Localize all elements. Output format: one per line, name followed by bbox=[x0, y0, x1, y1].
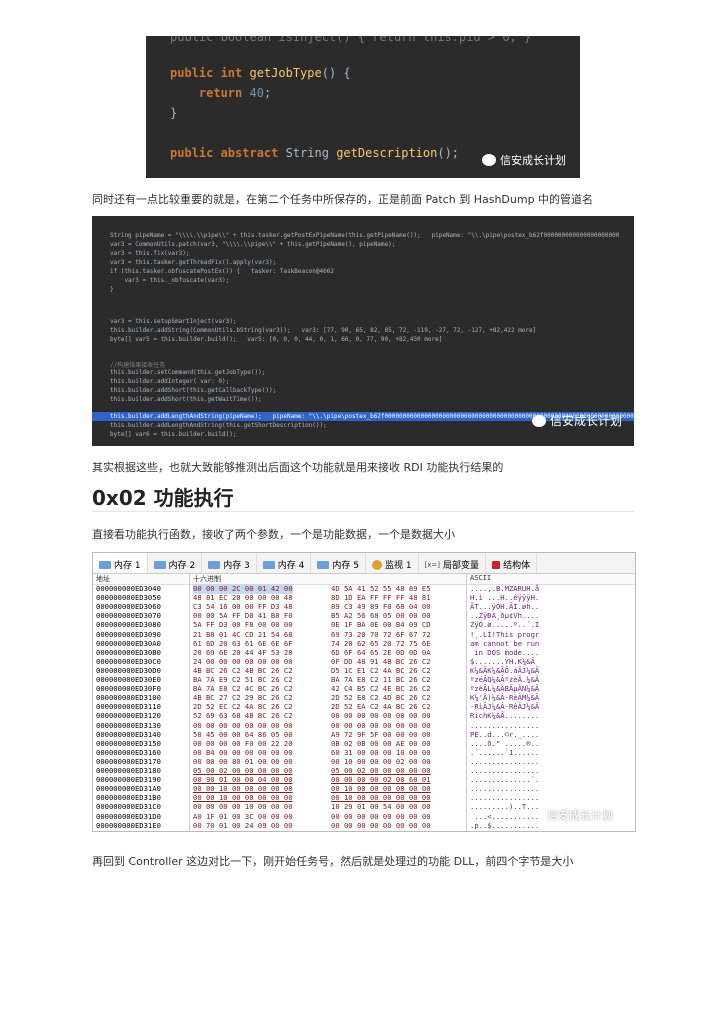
tab-watch-1[interactable]: 监视 1 bbox=[366, 553, 419, 573]
memory-dump-window: 内存 1 内存 2 内存 3 内存 4 内存 5 监视 1 [x=] 局部变量 结… bbox=[92, 552, 636, 832]
code-line: this.builder.addShort(this.getCallbackTy… bbox=[110, 387, 277, 394]
code-screenshot-get-job-type: public boolean isInject() { return this.… bbox=[146, 36, 580, 178]
code-line-get-job-type: public int getJobType() { bbox=[170, 66, 351, 80]
code-line: if (this.tasker.obfuscatePostEx()) { tas… bbox=[110, 268, 334, 275]
code-line-get-description: public abstract String getDescription(); bbox=[170, 146, 460, 160]
watch-icon bbox=[371, 559, 382, 570]
paragraph-controller-compare: 再回到 Controller 这边对比一下，刚开始任务号，然后就是处理过的功能 … bbox=[92, 855, 574, 868]
code-line: this.builder.addInteger( var: 0); bbox=[110, 378, 230, 385]
memory-icon bbox=[262, 560, 275, 569]
code-line: byte[] var5 = this.builder.build(); var5… bbox=[110, 336, 443, 343]
memory-icon bbox=[153, 560, 166, 569]
tab-struct[interactable]: 结构体 bbox=[486, 553, 538, 573]
memory-address: 000000000ED31E0 bbox=[96, 820, 161, 830]
code-line: var3 = CommonUtils.patch(var3, "\\\\.\\p… bbox=[110, 241, 396, 248]
tab-memory-2[interactable]: 内存 2 bbox=[148, 553, 203, 573]
code-line-close-brace: } bbox=[170, 106, 178, 120]
code-line: this.builder.addShort(this.getWaitTime()… bbox=[110, 396, 262, 403]
memory-icon bbox=[317, 560, 330, 569]
tab-memory-5[interactable]: 内存 5 bbox=[311, 553, 366, 573]
code-line: var3 = this.tasker.getThreadFix().apply(… bbox=[110, 259, 277, 266]
tab-memory-3[interactable]: 内存 3 bbox=[202, 553, 257, 573]
column-ascii: ASCII bbox=[470, 574, 492, 582]
memory-icon bbox=[208, 560, 221, 569]
tab-memory-4[interactable]: 内存 4 bbox=[257, 553, 312, 573]
column-address: 地址 bbox=[96, 575, 110, 583]
wechat-icon bbox=[531, 414, 546, 427]
code-line: this.builder.addLengthAndString(this.get… bbox=[110, 422, 327, 429]
code-line: var3 = this._obfuscate(var3); bbox=[110, 277, 230, 284]
code-line: //构建结果接收任务 bbox=[110, 362, 166, 369]
watermark: 信安成长计划 bbox=[482, 152, 566, 168]
struct-icon bbox=[492, 560, 501, 569]
code-line: this.builder.setCommand(this.getJobType(… bbox=[110, 369, 266, 376]
code-line: String pipeName = "\\\\.\\pipe\\" + this… bbox=[110, 232, 620, 239]
memory-hex-bytes: 00 00 00 00 00 00 00 00 bbox=[331, 820, 431, 830]
tab-locals[interactable]: [x=] 局部变量 bbox=[419, 553, 487, 573]
code-line: this.builder.addString(CommonUtils.bStri… bbox=[110, 327, 537, 334]
memory-hex-bytes: 00 70 01 00 24 09 00 00 bbox=[193, 820, 293, 830]
code-line: var3 = this.setupSmartInject(var3); bbox=[110, 318, 237, 325]
code-screenshot-pipe-builder: String pipeName = "\\\\.\\pipe\\" + this… bbox=[92, 216, 634, 446]
section-heading: 0x02 功能执行 bbox=[92, 486, 234, 510]
memory-ascii: .p..$........... bbox=[470, 820, 540, 830]
code-line: var3 = this.fix(var3); bbox=[110, 250, 190, 257]
heading-divider bbox=[92, 511, 634, 512]
paragraph-exec-function: 直接看功能执行函数，接收了两个参数，一个是功能数据，一个是数据大小 bbox=[92, 528, 455, 541]
column-hex: 十六进制 bbox=[193, 575, 221, 583]
locals-icon: [x=] bbox=[424, 560, 441, 569]
tab-memory-1[interactable]: 内存 1 bbox=[93, 553, 148, 573]
watermark: 信安成长计划 bbox=[531, 412, 622, 429]
wechat-icon bbox=[482, 154, 496, 166]
memory-tabs: 内存 1 内存 2 内存 3 内存 4 内存 5 监视 1 [x=] 局部变量 结… bbox=[93, 553, 635, 574]
code-line-return: return 40; bbox=[198, 86, 272, 100]
code-line: } bbox=[110, 286, 114, 293]
paragraph-pipe-name: 同时还有一点比较重要的就是，在第二个任务中所保存的，正是前面 Patch 到 H… bbox=[92, 193, 594, 206]
watermark: 信安成长计划 bbox=[547, 809, 613, 822]
code-line-fragment: public boolean isInject() { return this.… bbox=[170, 36, 532, 44]
memory-icon bbox=[99, 560, 111, 569]
code-line: byte[] var6 = this.builder.build(); bbox=[110, 431, 237, 438]
paragraph-rdi-result: 其实根据这些，也就大致能够推测出后面这个功能就是用来接收 RDI 功能执行结果的 bbox=[92, 461, 504, 474]
